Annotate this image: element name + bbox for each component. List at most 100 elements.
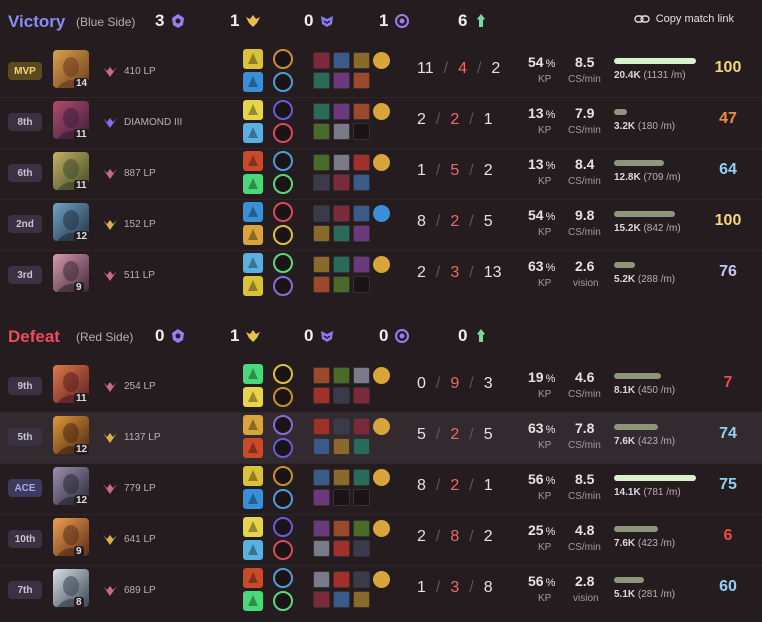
rune-icon[interactable] xyxy=(273,415,293,435)
trinket-icon[interactable] xyxy=(373,103,390,120)
player-row[interactable]: 6th 11 887 LP 1 / 5 / 2 13% KP 8.4 CS/min 12.8K (709… xyxy=(0,148,762,199)
item-icon[interactable] xyxy=(353,174,370,191)
item-icon[interactable] xyxy=(353,469,370,486)
item-icon[interactable] xyxy=(313,571,330,588)
trinket-icon[interactable] xyxy=(373,154,390,171)
rune-icon[interactable] xyxy=(273,438,293,458)
rune-icon[interactable] xyxy=(273,72,293,92)
item-icon[interactable] xyxy=(353,571,370,588)
empty-item-slot[interactable] xyxy=(353,123,370,140)
rune-icon[interactable] xyxy=(273,364,293,384)
player-row[interactable]: 8th 11 DIAMOND III 2 / 2 / 1 13% KP 7.9 CS/min 3.2K … xyxy=(0,97,762,148)
item-icon[interactable] xyxy=(353,225,370,242)
item-icon[interactable] xyxy=(353,256,370,273)
summoner-spell-icon[interactable] xyxy=(243,540,263,560)
player-row[interactable]: ACE 12 779 LP 8 / 2 / 1 56% KP 8.5 CS/min 14.1K (781… xyxy=(0,463,762,514)
summoner-spell-icon[interactable] xyxy=(243,174,263,194)
player-row[interactable]: 10th 9 641 LP 2 / 8 / 2 25% KP 4.8 CS/min 7.6K (423 … xyxy=(0,514,762,565)
item-icon[interactable] xyxy=(313,540,330,557)
item-icon[interactable] xyxy=(313,103,330,120)
summoner-spell-icon[interactable] xyxy=(243,568,263,588)
item-icon[interactable] xyxy=(333,205,350,222)
rune-icon[interactable] xyxy=(273,151,293,171)
item-icon[interactable] xyxy=(353,72,370,89)
item-icon[interactable] xyxy=(313,174,330,191)
item-icon[interactable] xyxy=(313,256,330,273)
item-icon[interactable] xyxy=(333,103,350,120)
summoner-spell-icon[interactable] xyxy=(243,202,263,222)
rune-icon[interactable] xyxy=(273,253,293,273)
item-icon[interactable] xyxy=(353,591,370,608)
rune-icon[interactable] xyxy=(273,387,293,407)
summoner-spell-icon[interactable] xyxy=(243,72,263,92)
item-icon[interactable] xyxy=(313,72,330,89)
item-icon[interactable] xyxy=(333,469,350,486)
item-icon[interactable] xyxy=(333,174,350,191)
item-icon[interactable] xyxy=(353,154,370,171)
summoner-spell-icon[interactable] xyxy=(243,364,263,384)
player-row[interactable]: 5th 12 1137 LP 5 / 2 / 5 63% KP 7.8 CS/min 7.6K (423… xyxy=(0,412,762,463)
item-icon[interactable] xyxy=(333,123,350,140)
champion-portrait[interactable] xyxy=(53,569,89,607)
item-icon[interactable] xyxy=(353,438,370,455)
item-icon[interactable] xyxy=(333,256,350,273)
summoner-spell-icon[interactable] xyxy=(243,123,263,143)
item-icon[interactable] xyxy=(313,438,330,455)
item-icon[interactable] xyxy=(313,52,330,69)
player-row[interactable]: 3rd 9 511 LP 2 / 3 / 13 63% KP 2.6 vision 5.2K (288 … xyxy=(0,250,762,301)
empty-item-slot[interactable] xyxy=(353,276,370,293)
summoner-spell-icon[interactable] xyxy=(243,466,263,486)
item-icon[interactable] xyxy=(353,367,370,384)
rune-icon[interactable] xyxy=(273,100,293,120)
trinket-icon[interactable] xyxy=(373,256,390,273)
player-row[interactable]: 2nd 12 152 LP 8 / 2 / 5 54% KP 9.8 CS/min 15.2K (842… xyxy=(0,199,762,250)
summoner-spell-icon[interactable] xyxy=(243,151,263,171)
player-row[interactable]: 9th 11 254 LP 0 / 9 / 3 19% KP 4.6 CS/min 8.1K (450 … xyxy=(0,361,762,412)
item-icon[interactable] xyxy=(353,205,370,222)
item-icon[interactable] xyxy=(313,591,330,608)
player-row[interactable]: 7th 8 689 LP 1 / 3 / 8 56% KP 2.8 vision 5.1K (281 /… xyxy=(0,565,762,616)
rune-icon[interactable] xyxy=(273,225,293,245)
item-icon[interactable] xyxy=(333,276,350,293)
player-row[interactable]: MVP 14 410 LP 11 / 4 / 2 54% KP 8.5 CS/min 20.4K (11… xyxy=(0,46,762,97)
item-icon[interactable] xyxy=(313,387,330,404)
champion-portrait[interactable] xyxy=(53,254,89,292)
item-icon[interactable] xyxy=(353,418,370,435)
summoner-spell-icon[interactable] xyxy=(243,253,263,273)
trinket-icon[interactable] xyxy=(373,52,390,69)
item-icon[interactable] xyxy=(313,205,330,222)
empty-item-slot[interactable] xyxy=(333,489,350,506)
summoner-spell-icon[interactable] xyxy=(243,438,263,458)
rune-icon[interactable] xyxy=(273,568,293,588)
rune-icon[interactable] xyxy=(273,174,293,194)
rune-icon[interactable] xyxy=(273,517,293,537)
trinket-icon[interactable] xyxy=(373,571,390,588)
summoner-spell-icon[interactable] xyxy=(243,415,263,435)
rune-icon[interactable] xyxy=(273,540,293,560)
item-icon[interactable] xyxy=(333,591,350,608)
item-icon[interactable] xyxy=(353,520,370,537)
item-icon[interactable] xyxy=(333,225,350,242)
trinket-icon[interactable] xyxy=(373,367,390,384)
trinket-icon[interactable] xyxy=(373,520,390,537)
trinket-icon[interactable] xyxy=(373,469,390,486)
item-icon[interactable] xyxy=(353,387,370,404)
summoner-spell-icon[interactable] xyxy=(243,276,263,296)
item-icon[interactable] xyxy=(313,276,330,293)
rune-icon[interactable] xyxy=(273,489,293,509)
item-icon[interactable] xyxy=(313,367,330,384)
summoner-spell-icon[interactable] xyxy=(243,225,263,245)
item-icon[interactable] xyxy=(333,52,350,69)
summoner-spell-icon[interactable] xyxy=(243,49,263,69)
item-icon[interactable] xyxy=(313,520,330,537)
empty-item-slot[interactable] xyxy=(353,489,370,506)
trinket-icon[interactable] xyxy=(373,205,390,222)
summoner-spell-icon[interactable] xyxy=(243,387,263,407)
rune-icon[interactable] xyxy=(273,591,293,611)
trinket-icon[interactable] xyxy=(373,418,390,435)
item-icon[interactable] xyxy=(333,367,350,384)
rune-icon[interactable] xyxy=(273,466,293,486)
summoner-spell-icon[interactable] xyxy=(243,100,263,120)
summoner-spell-icon[interactable] xyxy=(243,489,263,509)
item-icon[interactable] xyxy=(333,438,350,455)
